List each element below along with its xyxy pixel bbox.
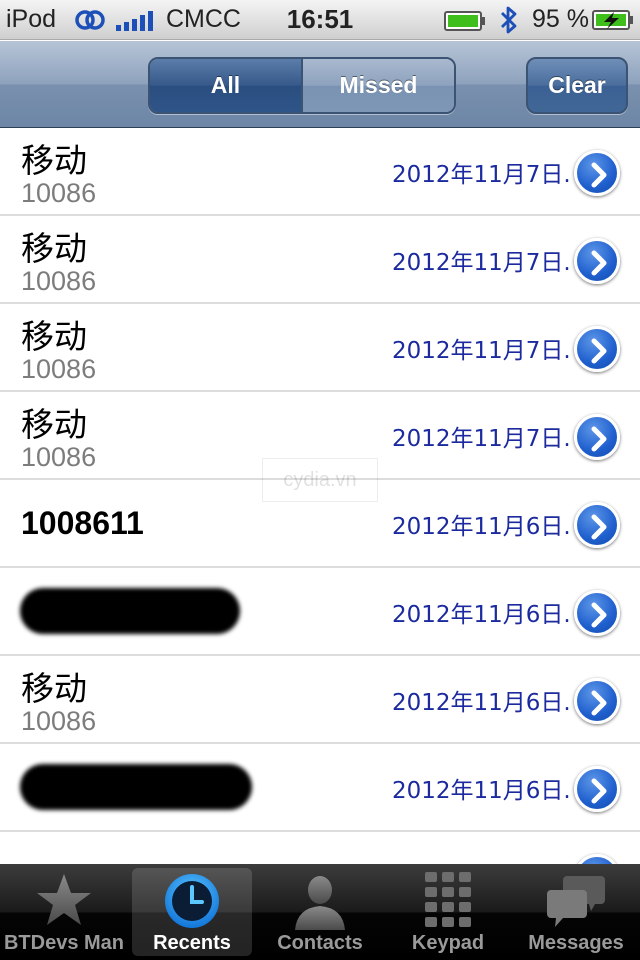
- caller-number: 10086: [21, 442, 97, 472]
- call-date: 2012年11月7日...: [392, 426, 572, 452]
- call-row[interactable]: 移动 10086 2012年11月6日...: [0, 656, 640, 744]
- keypad-icon: [425, 872, 471, 927]
- watermark: cydia.vn: [262, 458, 378, 502]
- tab-recents[interactable]: Recents: [128, 864, 256, 960]
- call-row[interactable]: 2012年11月6日...: [0, 744, 640, 832]
- call-date: 2012年11月7日...: [392, 162, 572, 188]
- battery-percent: 95 %: [532, 5, 589, 33]
- detail-disclosure-icon[interactable]: [574, 326, 620, 372]
- tab-label: Recents: [153, 932, 231, 954]
- call-date: 2012年11月6日...: [392, 778, 572, 804]
- caller-number: 10086: [21, 266, 97, 296]
- redacted-number: [20, 764, 252, 810]
- caller-name: 移动: [21, 141, 87, 180]
- battery-icon: [444, 11, 485, 31]
- segment-all[interactable]: All: [150, 59, 303, 112]
- caller-number: 10086: [21, 706, 97, 736]
- detail-disclosure-icon[interactable]: [574, 238, 620, 284]
- person-icon: [295, 876, 345, 930]
- call-row[interactable]: 移动 10086 2012年11月7日...: [0, 304, 640, 392]
- caller-number: 10086: [21, 178, 97, 208]
- call-date: 2012年11月7日...: [392, 250, 572, 276]
- clear-button[interactable]: Clear: [526, 57, 628, 114]
- caller-name: 移动: [21, 405, 87, 444]
- caller-name: 移动: [21, 669, 87, 708]
- detail-disclosure-icon[interactable]: [574, 854, 620, 864]
- call-date: 2012年11月6日...: [392, 602, 572, 628]
- detail-disclosure-icon[interactable]: [574, 414, 620, 460]
- tab-keypad[interactable]: Keypad: [384, 864, 512, 960]
- detail-disclosure-icon[interactable]: [574, 766, 620, 812]
- tab-label: Contacts: [277, 932, 363, 954]
- charging-battery-icon: [592, 10, 633, 30]
- tab-btdevs-man[interactable]: BTDevs Man: [0, 864, 128, 960]
- segment-missed[interactable]: Missed: [303, 59, 454, 112]
- detail-disclosure-icon[interactable]: [574, 590, 620, 636]
- detail-disclosure-icon[interactable]: [574, 678, 620, 724]
- recents-filter-control: All Missed: [148, 57, 456, 114]
- call-date: 2012年11月6日...: [392, 690, 572, 716]
- caller-number: 10086: [21, 354, 97, 384]
- tab-contacts[interactable]: Contacts: [256, 864, 384, 960]
- detail-disclosure-icon[interactable]: [574, 502, 620, 548]
- call-row[interactable]: 2012年11月6日...: [0, 568, 640, 656]
- tab-label: Messages: [528, 932, 624, 954]
- bluetooth-icon: [501, 6, 517, 34]
- caller-name: 移动: [21, 317, 87, 356]
- call-row[interactable]: [0, 832, 640, 864]
- tab-label: BTDevs Man: [3, 932, 125, 954]
- call-row[interactable]: 移动 10086 2012年11月7日...: [0, 128, 640, 216]
- caller-number: 1008611: [21, 505, 144, 541]
- tab-label: Keypad: [411, 932, 485, 954]
- clock-icon: [165, 874, 219, 928]
- call-row[interactable]: 移动 10086 2012年11月7日...: [0, 216, 640, 304]
- tab-messages[interactable]: Messages: [512, 864, 640, 960]
- redacted-number: [20, 588, 240, 634]
- caller-name: 移动: [21, 229, 87, 268]
- tab-bar: BTDevs Man Recents Contacts Keypad Messa…: [0, 864, 640, 960]
- call-date: 2012年11月6日...: [392, 514, 572, 540]
- status-bar: iPod CMCC 16:51 95 %: [0, 0, 640, 40]
- nav-bar: All Missed Clear: [0, 41, 640, 128]
- detail-disclosure-icon[interactable]: [574, 150, 620, 196]
- call-date: 2012年11月7日...: [392, 338, 572, 364]
- star-icon: [37, 874, 91, 925]
- messages-icon: [547, 876, 605, 927]
